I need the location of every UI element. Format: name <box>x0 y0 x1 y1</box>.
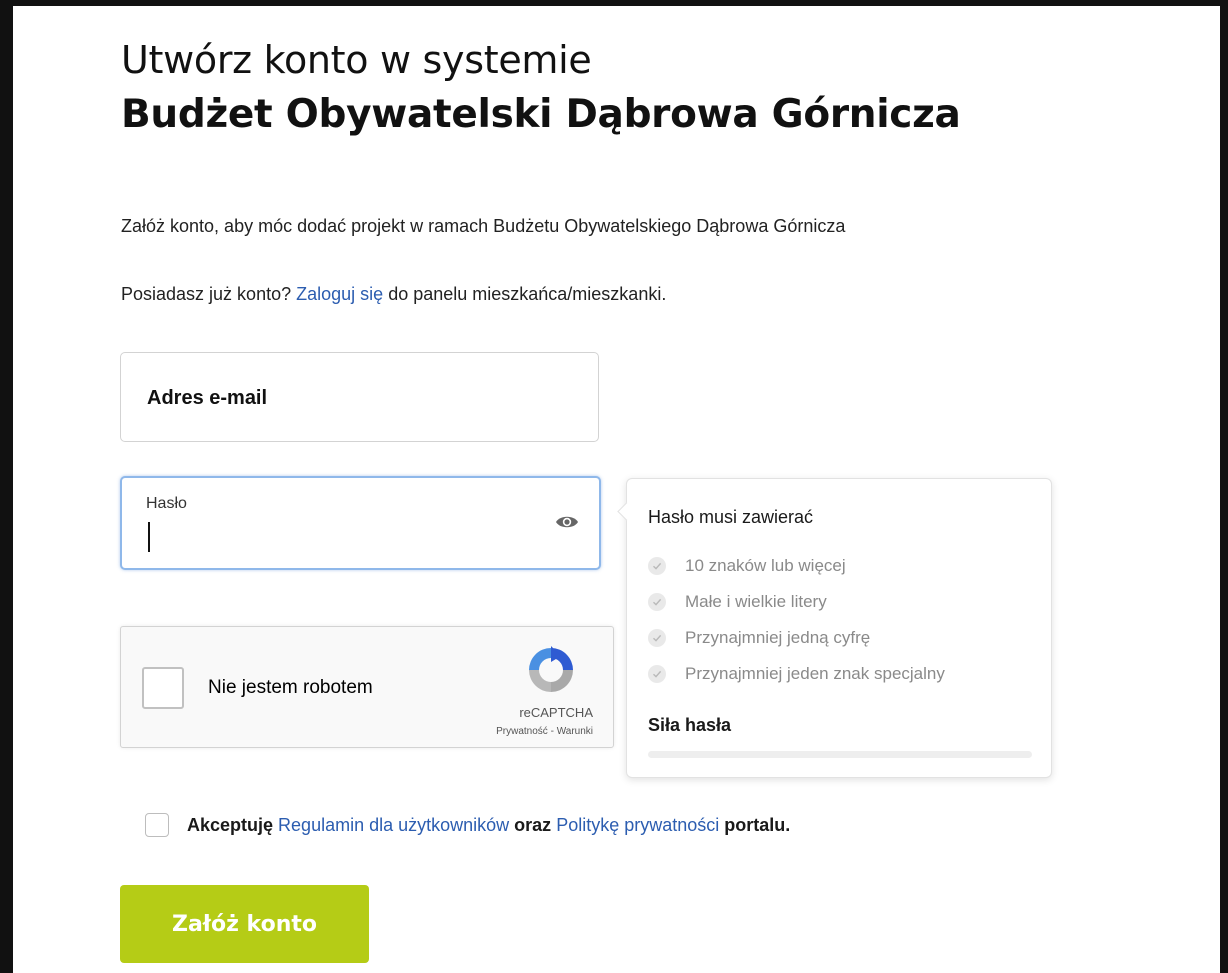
check-icon <box>648 593 666 611</box>
recaptcha-label: Nie jestem robotem <box>208 677 373 698</box>
requirement-label: Przynajmniej jedną cyfrę <box>685 628 871 647</box>
eye-icon[interactable] <box>555 514 579 530</box>
window-frame-top <box>0 0 1228 6</box>
password-requirements-list: 10 znaków lub więcej Małe i wielkie lite… <box>648 548 945 692</box>
popover-arrow <box>617 502 636 521</box>
requirement-label: Przynajmniej jeden znak specjalny <box>685 664 945 683</box>
requirement-label: Małe i wielkie litery <box>685 592 827 611</box>
password-strength-label: Siła hasła <box>648 715 732 735</box>
password-requirements-popover: Hasło musi zawierać 10 znaków lub więcej… <box>617 478 1052 778</box>
requirement-label: 10 znaków lub więcej <box>685 556 846 575</box>
email-field[interactable]: Adres e-mail <box>120 352 599 442</box>
login-prompt-before: Posiadasz już konto? <box>121 284 292 304</box>
page-title-line1: Utwórz konto w systemie <box>121 38 592 82</box>
password-field[interactable]: Hasło <box>120 476 601 570</box>
text-cursor <box>148 522 150 552</box>
recaptcha-brand: reCAPTCHA <box>519 705 593 720</box>
window-frame-right <box>1220 0 1228 973</box>
window-frame-left <box>0 0 13 973</box>
login-prompt: Posiadasz już konto? Zaloguj się do pane… <box>121 284 666 305</box>
terms-middle: oraz <box>514 815 552 835</box>
requirement-item: 10 znaków lub więcej <box>648 548 945 584</box>
recaptcha-links[interactable]: Prywatność - Warunki <box>496 726 593 737</box>
recaptcha-checkbox[interactable] <box>142 667 184 709</box>
recaptcha-logo-icon <box>529 646 573 692</box>
terms-before: Akceptuję <box>187 815 274 835</box>
terms-regulations-link[interactable]: Regulamin dla użytkowników <box>278 815 509 835</box>
intro-text: Załóż konto, aby móc dodać projekt w ram… <box>121 216 846 236</box>
terms-after: portalu. <box>724 815 791 835</box>
check-icon <box>648 629 666 647</box>
password-label: Hasło <box>146 495 187 512</box>
password-requirements-title: Hasło musi zawierać <box>648 507 814 527</box>
recaptcha-widget: Nie jestem robotem reCAPTCHA Prywatność … <box>120 626 614 748</box>
check-icon <box>648 665 666 683</box>
requirement-item: Przynajmniej jeden znak specjalny <box>648 656 945 692</box>
terms-privacy-link[interactable]: Politykę prywatności <box>556 815 719 835</box>
password-strength-bar <box>648 751 1032 758</box>
login-prompt-after: do panelu mieszkańca/mieszkanki. <box>388 284 667 304</box>
requirement-item: Przynajmniej jedną cyfrę <box>648 620 945 656</box>
email-label: Adres e-mail <box>147 387 268 409</box>
check-icon <box>648 557 666 575</box>
create-account-button[interactable]: Załóż konto <box>120 885 369 963</box>
page-title-line2: Budżet Obywatelski Dąbrowa Górnicza <box>121 92 961 137</box>
terms-checkbox[interactable] <box>145 813 169 837</box>
terms-text: Akceptuję Regulamin dla użytkowników ora… <box>187 815 790 836</box>
login-link[interactable]: Zaloguj się <box>296 284 383 304</box>
requirement-item: Małe i wielkie litery <box>648 584 945 620</box>
